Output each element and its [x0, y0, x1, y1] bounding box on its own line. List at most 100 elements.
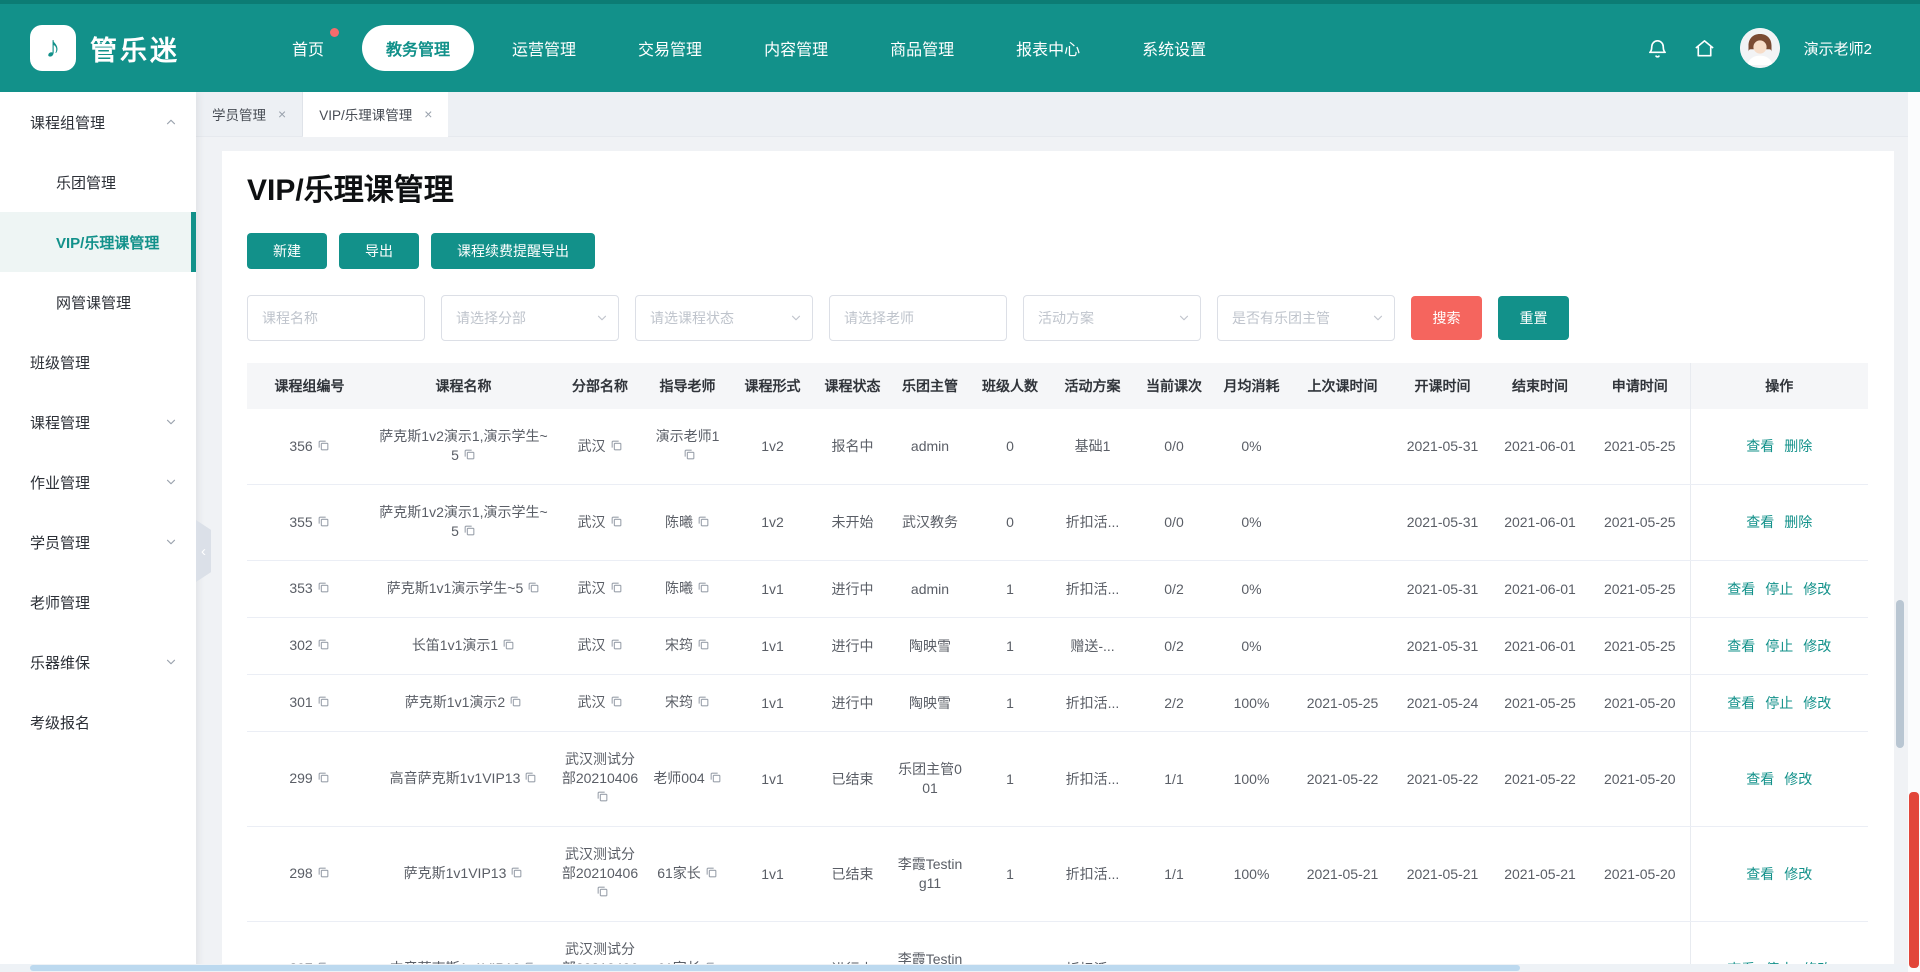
brand-logo[interactable]: ♪ 管乐迷 — [0, 25, 242, 71]
row-action-link[interactable]: 修改 — [1803, 695, 1831, 711]
nav-item[interactable]: 教务管理 — [362, 25, 475, 71]
filter-select[interactable]: 是否有乐团主管 — [1217, 295, 1395, 341]
copy-icon[interactable] — [317, 637, 330, 656]
row-action-link[interactable]: 查看 — [1746, 771, 1774, 787]
cell-teacher: 陈曦 — [645, 560, 730, 618]
sidebar-item[interactable]: 班级管理 — [0, 332, 196, 392]
filter-input[interactable]: 请选择老师 — [829, 295, 1007, 341]
row-action-link[interactable]: 删除 — [1784, 438, 1812, 454]
copy-icon[interactable] — [317, 694, 330, 713]
copy-icon[interactable] — [463, 523, 476, 542]
row-action-link[interactable]: 查看 — [1746, 866, 1774, 882]
filter-select[interactable]: 活动方案 — [1023, 295, 1201, 341]
copy-icon[interactable] — [596, 789, 609, 808]
copy-icon[interactable] — [610, 580, 623, 599]
copy-icon[interactable] — [317, 770, 330, 789]
toolbar-button[interactable]: 导出 — [339, 233, 419, 269]
sidebar-item[interactable]: 作业管理 — [0, 452, 196, 512]
sidebar-item[interactable]: 老师管理 — [0, 572, 196, 632]
tab[interactable]: VIP/乐理课管理 × — [303, 92, 449, 137]
cell-monthly: 100% — [1213, 674, 1290, 732]
copy-icon[interactable] — [596, 884, 609, 903]
sidebar-collapse-handle[interactable]: ‹ — [196, 520, 211, 582]
sidebar-item[interactable]: 考级报名 — [0, 692, 196, 752]
sidebar-item[interactable]: 乐器维保 — [0, 632, 196, 692]
row-action-link[interactable]: 修改 — [1803, 581, 1831, 597]
copy-icon[interactable] — [317, 865, 330, 884]
copy-icon[interactable] — [509, 694, 522, 713]
table-row: 355 萨克斯1v2演示1,演示学生~5 武汉 陈曦 1v2 未开始 武汉教务 0 折扣活...… — [247, 484, 1868, 561]
copy-icon[interactable] — [683, 447, 696, 466]
sidebar-item[interactable]: 学员管理 — [0, 512, 196, 572]
sidebar-item[interactable]: 乐团管理 — [0, 152, 196, 212]
cell-status: 已结束 — [815, 731, 890, 827]
tab[interactable]: 学员管理 × — [196, 92, 304, 136]
copy-icon[interactable] — [524, 770, 537, 789]
cell-progress: 0/2 — [1135, 560, 1213, 618]
copy-icon[interactable] — [610, 694, 623, 713]
copy-icon[interactable] — [317, 514, 330, 533]
nav-item-label: 运营管理 — [512, 42, 577, 59]
copy-icon[interactable] — [697, 514, 710, 533]
copy-icon[interactable] — [709, 770, 722, 789]
horizontal-scrollbar-thumb[interactable] — [30, 965, 1520, 971]
copy-icon[interactable] — [502, 637, 515, 656]
copy-icon[interactable] — [317, 580, 330, 599]
filter-input[interactable]: 课程名称 — [247, 295, 425, 341]
nav-item[interactable]: 交易管理 — [614, 25, 726, 71]
row-action-link[interactable]: 停止 — [1765, 638, 1793, 654]
horizontal-scrollbar[interactable] — [0, 964, 1908, 972]
sidebar-item[interactable]: 网管课管理 — [0, 272, 196, 332]
toolbar-button[interactable]: 新建 — [247, 233, 327, 269]
placeholder-text: 是否有乐团主管 — [1232, 310, 1330, 326]
copy-icon[interactable] — [463, 447, 476, 466]
cell-form: 1v1 — [730, 731, 815, 827]
filter-select[interactable]: 请选择分部 — [441, 295, 619, 341]
copy-icon[interactable] — [697, 580, 710, 599]
nav-item[interactable]: 首页 — [268, 25, 348, 71]
nav-item[interactable]: 报表中心 — [992, 25, 1104, 71]
table-scrollbar-thumb[interactable] — [1896, 600, 1904, 748]
user-avatar[interactable] — [1739, 28, 1780, 68]
row-action-link[interactable]: 查看 — [1746, 514, 1774, 530]
copy-icon[interactable] — [697, 637, 710, 656]
nav-item[interactable]: 商品管理 — [866, 25, 978, 71]
reset-button[interactable]: 重置 — [1498, 296, 1569, 340]
copy-icon[interactable] — [697, 694, 710, 713]
vertical-scrollbar[interactable] — [1908, 92, 1920, 972]
cell-teacher: 61家长 — [645, 826, 730, 922]
sidebar-item[interactable]: 课程组管理 — [0, 92, 196, 152]
sidebar-item[interactable]: 课程管理 — [0, 392, 196, 452]
tab-close-icon[interactable]: × — [278, 106, 286, 122]
nav-item[interactable]: 运营管理 — [488, 25, 600, 71]
bell-icon[interactable] — [1646, 37, 1669, 60]
filter-select[interactable]: 请选课程状态 — [635, 295, 813, 341]
copy-icon[interactable] — [610, 438, 623, 457]
toolbar-button[interactable]: 课程续费提醒导出 — [431, 233, 595, 269]
column-header: 开课时间 — [1395, 363, 1490, 409]
user-name[interactable]: 演示老师2 — [1804, 38, 1872, 59]
nav-item[interactable]: 系统设置 — [1118, 25, 1230, 71]
tab-close-icon[interactable]: × — [424, 106, 432, 122]
copy-icon[interactable] — [510, 865, 523, 884]
row-action-link[interactable]: 查看 — [1746, 438, 1774, 454]
row-action-link[interactable]: 停止 — [1765, 581, 1793, 597]
row-action-link[interactable]: 删除 — [1784, 514, 1812, 530]
row-action-link[interactable]: 查看 — [1727, 695, 1755, 711]
copy-icon[interactable] — [610, 514, 623, 533]
nav-item[interactable]: 内容管理 — [740, 25, 852, 71]
row-action-link[interactable]: 查看 — [1727, 638, 1755, 654]
vertical-scrollbar-thumb[interactable] — [1909, 792, 1919, 968]
home-icon[interactable] — [1693, 37, 1716, 60]
row-action-link[interactable]: 查看 — [1727, 581, 1755, 597]
copy-icon[interactable] — [610, 637, 623, 656]
copy-icon[interactable] — [705, 865, 718, 884]
copy-icon[interactable] — [527, 580, 540, 599]
row-action-link[interactable]: 修改 — [1803, 638, 1831, 654]
copy-icon[interactable] — [317, 438, 330, 457]
row-action-link[interactable]: 修改 — [1784, 866, 1812, 882]
search-button[interactable]: 搜索 — [1411, 296, 1482, 340]
row-action-link[interactable]: 修改 — [1784, 771, 1812, 787]
sidebar-item[interactable]: VIP/乐理课管理 — [0, 212, 196, 272]
row-action-link[interactable]: 停止 — [1765, 695, 1793, 711]
